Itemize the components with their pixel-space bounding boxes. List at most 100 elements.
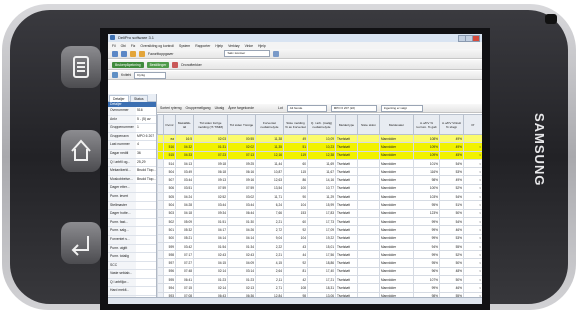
search-input[interactable]: Søk i kontoer <box>224 50 271 57</box>
detail-row[interactable]: Hard mekfi... <box>108 287 156 297</box>
detail-row[interactable]: Ankr 5 - (5) av <box>108 115 156 125</box>
table-row[interactable]: 598 07:17 02:43 02:43 2,21 44 17,56 Tivelstøtt M… <box>157 250 482 260</box>
table-row[interactable]: 596 07:48 02:14 03:14 2,64 81 17,40 Tivelstøtt M… <box>157 266 482 277</box>
table-row[interactable]: 507 03:44 09:13 09:16 12,63 86 14,16 Tivelstøtt… <box>157 175 482 185</box>
tab-details[interactable]: Detaljer <box>109 95 129 102</box>
menu-item[interactable]: Fiz <box>131 44 136 48</box>
column-header[interactable]: Pr <box>463 114 482 135</box>
detail-row[interactable]: Gruppenavn MPO 6 207 <box>108 132 156 142</box>
refresh-icon[interactable] <box>112 72 118 78</box>
detail-row[interactable]: Dager hotte... <box>108 210 156 219</box>
detail-row[interactable]: SCC <box>108 261 156 271</box>
table-row[interactable]: 501 05:32 04:17 04:26 2,72 92 17,09 Tivelstøtt M… <box>157 225 482 235</box>
detail-row[interactable]: Dager etter... <box>108 184 156 193</box>
menu-item[interactable]: Hjelp <box>215 44 223 48</box>
detail-value[interactable] <box>136 244 156 253</box>
detail-value[interactable] <box>136 227 156 235</box>
detail-row[interactable]: Dagar nedtil 36 <box>108 149 156 159</box>
table-row[interactable]: 595 06:41 01:23 01:23 2,11 42 17,21 Tivelstøtt M… <box>157 275 482 285</box>
column-header[interactable]: Q. i arb. (malig) nedtørnelyde <box>307 114 336 135</box>
table-row[interactable]: 515 04:33 07:23 07:13 12,16 119 12,38 Tivelstøt… <box>157 150 482 160</box>
favorites-label[interactable]: Favorittoppgaver <box>148 52 173 56</box>
detail-value[interactable]: Brudd Tiop... <box>136 175 156 184</box>
table-row[interactable]: 505 04:24 02:52 03:02 11,71 90 11,29 Tivelstøtt… <box>157 192 482 202</box>
detail-row[interactable]: Pumr. levert <box>108 192 156 202</box>
detail-row[interactable]: Pumr. utgitt <box>108 244 156 254</box>
detail-row[interactable]: Ovnnummer 516 <box>108 107 156 116</box>
menu-item[interactable]: Obi <box>121 44 126 48</box>
column-header[interactable]: Forventet nedtørnelyde <box>255 114 284 135</box>
detail-value[interactable] <box>136 192 156 201</box>
select-button[interactable]: Utvalg <box>215 106 225 110</box>
menu-item[interactable]: System <box>179 44 190 48</box>
back-nav-icon[interactable] <box>112 50 118 57</box>
close-button[interactable] <box>472 35 480 42</box>
detail-value[interactable] <box>136 201 156 210</box>
detail-value[interactable]: 25,29 <box>136 158 156 167</box>
column-header[interactable]: Ovnnr <box>163 114 176 135</box>
color-code-button[interactable]: Åpne fargekonde <box>228 106 254 110</box>
column-header[interactable]: A.u/FV Virkutt % sbejp <box>439 114 464 135</box>
table-row[interactable]: 504 03:49 06:18 06:16 10,87 115 11,67 Tivelstøt… <box>157 167 482 177</box>
detail-value[interactable] <box>136 270 156 278</box>
detail-value[interactable] <box>136 261 156 270</box>
home-button[interactable] <box>61 130 101 172</box>
tab-brukerpapekning[interactable]: Brukerpåpekning <box>112 61 144 68</box>
detail-value[interactable] <box>136 287 156 296</box>
detail-row[interactable]: Stellmaster <box>108 201 156 211</box>
detail-value[interactable]: Brudd Tiop... <box>136 167 156 175</box>
table-row[interactable]: 594 07:15 02:14 02:13 2,71 108 18,31 Tivelstøtt… <box>157 283 482 293</box>
sort-button[interactable]: Sorteri ryterng <box>160 106 181 110</box>
group-select[interactable]: MPO 6 207 (22) <box>330 104 377 112</box>
detail-value[interactable]: MPO 6 207 <box>136 132 156 141</box>
column-header[interactable]: Mekafikk-tid <box>175 114 194 135</box>
detail-value[interactable] <box>136 210 156 218</box>
tab-bestillinger[interactable]: Bestillinger <box>146 61 170 68</box>
search-icon[interactable] <box>273 50 280 57</box>
menu-item[interactable]: Oversikting og kontroll <box>140 44 174 48</box>
group-button[interactable]: Gruppemellgang <box>185 106 210 110</box>
detail-value[interactable]: 36 <box>136 149 156 158</box>
column-header[interactable]: Siste sklon <box>357 114 380 135</box>
menu-item[interactable]: Hjelp <box>258 44 266 48</box>
table-row[interactable]: 504 04:28 03:44 03:44 6,24 104 15,99 Tivelstøtt… <box>157 200 482 210</box>
table-row[interactable]: 597 07:27 04:15 04:09 4,15 92 18,86 Tivelstøtt M… <box>157 258 482 268</box>
detail-value[interactable] <box>136 253 156 261</box>
column-header[interactable]: A.u/FV % korrum. % galt <box>413 114 440 135</box>
detail-row[interactable]: Mekanikerkl... Brudd Tiop... <box>108 167 156 176</box>
star-icon[interactable] <box>139 50 145 57</box>
table-row[interactable]: 514 04:13 09:18 09:25 11,44 60 11,69 Tivelstøtt… <box>157 158 482 169</box>
tab-status[interactable]: Status <box>130 95 148 102</box>
column-header[interactable]: Meldevaler <box>379 114 414 135</box>
forward-nav-icon[interactable] <box>121 50 127 57</box>
column-header[interactable]: Meldertype <box>335 114 358 135</box>
detail-row[interactable]: Gruppenummer 1 <box>108 124 156 133</box>
filter-dropdown[interactable]: Ingenting er valgt <box>380 104 423 112</box>
lot-select[interactable]: Alt fiende <box>286 104 327 112</box>
detail-value[interactable] <box>136 278 156 287</box>
column-header[interactable]: Tid siden forrige melding (IT-TIMM) <box>193 114 228 135</box>
back-button[interactable] <box>61 222 101 264</box>
detail-value[interactable]: 516 <box>136 107 156 115</box>
menu-item[interactable]: Rapporter <box>195 44 210 48</box>
table-row[interactable]: 502 05:09 01:51 01:30 2,21 60 17,73 Tivelstøtt M… <box>157 216 482 227</box>
detail-row[interactable]: Last nummer 4 <box>108 141 156 150</box>
detail-row[interactable]: Pumr. salg... <box>108 227 156 236</box>
column-header[interactable]: Tid siden Tömige <box>227 114 256 135</box>
detail-value[interactable] <box>136 218 156 227</box>
filter-select[interactable]: Dyrtig <box>134 71 167 79</box>
table-row[interactable]: 599 03:42 01:54 01:34 2,22 43 15,01 Tivelstøtt M… <box>157 241 482 252</box>
detail-row[interactable]: Moskobbelse... Brudd Tiop... <box>108 175 156 185</box>
detail-row[interactable]: Q i arbfil og... 25,29 <box>108 158 156 168</box>
table-row[interactable]: 503 04:18 09:34 06:44 7,66 153 17,83 Tivelstøtt… <box>157 208 482 218</box>
detail-row[interactable]: Forventet s... <box>108 235 156 245</box>
detail-row[interactable]: Pumr. fast... <box>108 218 156 228</box>
detail-value[interactable] <box>136 184 156 192</box>
menu-item[interactable]: Verktøy <box>228 44 240 48</box>
menu-item[interactable]: Fil <box>112 44 116 48</box>
menu-item[interactable]: Vinke <box>245 44 253 48</box>
detail-row[interactable]: Pumr. totalig <box>108 253 156 262</box>
table-row[interactable]: 516 04:32 01:31 02:02 11,35 51 10,23 Tivelstøtt… <box>157 142 482 152</box>
tab-dronofterkker[interactable]: Dronofterkker <box>181 63 202 67</box>
table-row[interactable]: ea 16:5 02:03 00:55 11,38 49 10,09 Tivelstøtt Ma… <box>157 133 482 144</box>
